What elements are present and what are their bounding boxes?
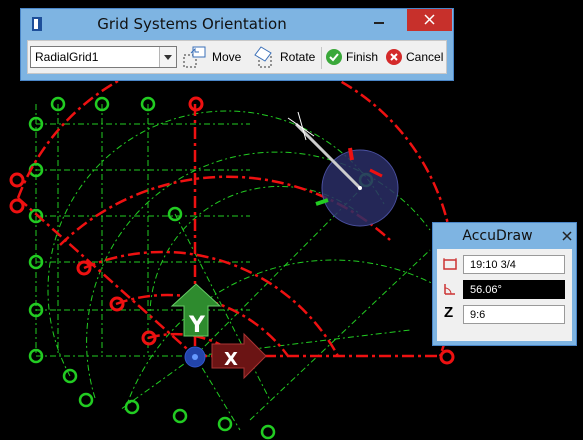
x-axis-arrow: X [211,332,267,380]
minimize-icon [374,22,384,24]
accudraw-title: AccuDraw [462,228,533,244]
distance-icon [443,258,457,270]
rotate-button[interactable]: Rotate [253,44,315,70]
grid-orientation-dialog: Grid Systems Orientation RadialGrid1 Mov… [20,8,454,81]
grid-select-value: RadialGrid1 [35,50,99,64]
y-axis-label: Y [188,313,206,338]
dropdown-arrow-button[interactable] [159,47,176,67]
accudraw-panel: AccuDraw 19:10 3/4 56.06° Z 9:6 [432,222,577,346]
rotate-label: Rotate [280,50,316,64]
z-label: Z [444,304,454,321]
cancel-label: Cancel [406,50,444,64]
accudraw-fields: 19:10 3/4 56.06° Z 9:6 [437,249,572,341]
finish-label: Finish [346,50,379,64]
move-button[interactable]: Move [183,44,241,70]
minimize-button[interactable] [364,9,394,31]
x-axis-label: X [224,349,238,370]
dialog-titlebar[interactable]: Grid Systems Orientation [21,9,453,39]
dialog-toolbar: RadialGrid1 Move Rotate Finish Cancel [27,40,447,74]
move-label: Move [212,50,242,64]
chevron-down-icon [164,55,172,60]
accudraw-compass[interactable] [287,111,399,227]
finish-button[interactable]: Finish [325,44,378,70]
close-button[interactable] [407,9,452,31]
cancel-button[interactable]: Cancel [385,44,443,70]
red-grid-bubbles [9,96,455,365]
angle-field[interactable]: 56.06° [463,280,565,299]
cancel-icon [386,49,402,65]
rotated-radial-grid [47,110,461,431]
toolbar-separator [321,47,322,69]
dialog-title: Grid Systems Orientation [97,15,287,33]
y-axis-arrow: Y [170,283,222,338]
origin-marker [184,346,206,368]
z-field[interactable]: 9:6 [463,305,565,324]
rotate-icon [254,46,272,68]
close-icon[interactable] [562,231,572,241]
grid-system-select[interactable]: RadialGrid1 [30,46,177,68]
move-icon [183,46,206,68]
rectangular-grid [35,104,250,357]
close-icon [424,14,435,25]
angle-icon [444,284,455,295]
distance-field[interactable]: 19:10 3/4 [463,255,565,274]
check-icon [326,49,342,65]
